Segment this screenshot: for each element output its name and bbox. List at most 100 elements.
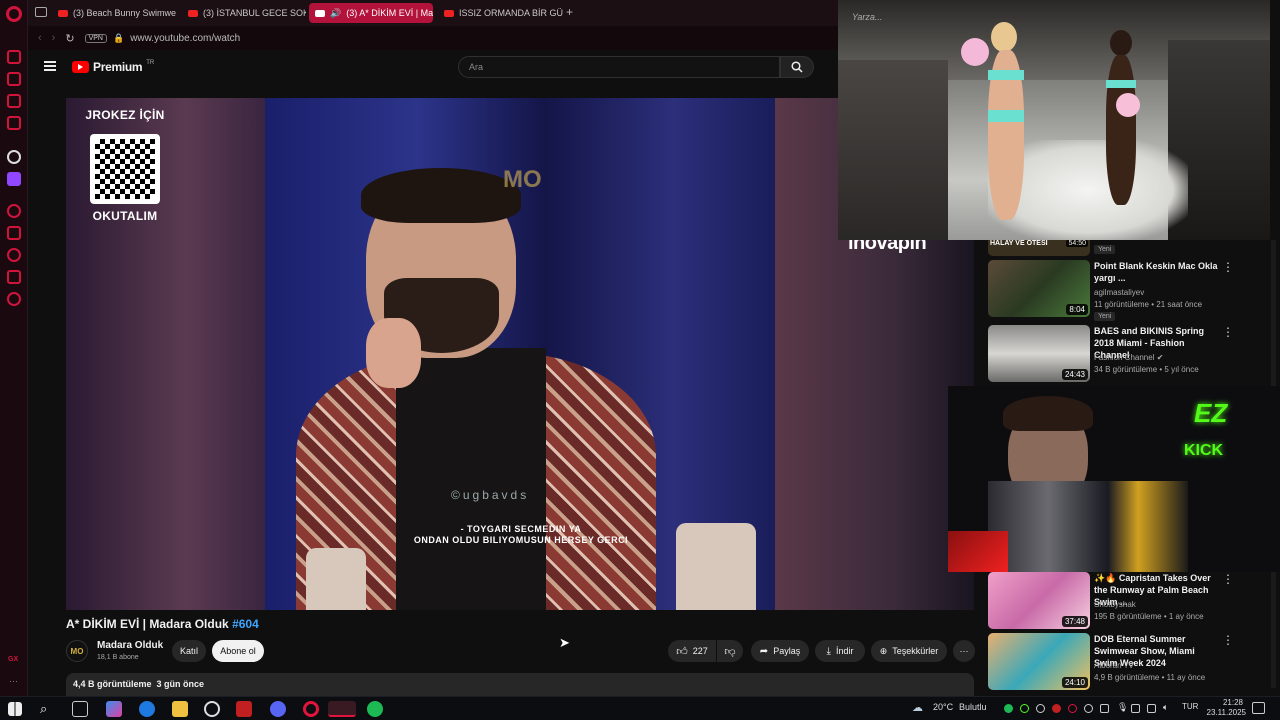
join-button[interactable]: Katıl — [172, 640, 206, 662]
more-options-icon[interactable]: ⋮ — [1222, 633, 1234, 647]
sidebar-extensions-icon[interactable] — [7, 270, 21, 284]
sidebar-vk-icon[interactable] — [7, 116, 21, 130]
more-icon[interactable]: ··· — [9, 676, 18, 686]
language-indicator[interactable]: TUR — [1182, 702, 1198, 711]
sidebar-bag-icon[interactable] — [7, 72, 21, 86]
weather-temp[interactable]: 20°C — [933, 702, 953, 712]
pip-stream[interactable]: EZ KICK — [948, 386, 1280, 572]
like-button[interactable]: 👍︎ 227 — [668, 640, 716, 662]
opera-icon[interactable] — [303, 701, 319, 717]
hashtag-link[interactable]: #604 — [232, 617, 259, 631]
tab-dikim-evi[interactable]: 🔊 (3) A* DİKİM EVİ | Ma — [309, 3, 433, 23]
clock-time[interactable]: 21:28 — [1205, 698, 1243, 707]
video-thumbnail[interactable]: 37:48 — [988, 572, 1090, 629]
search-button[interactable] — [780, 56, 814, 78]
sidebar-messenger-icon[interactable] — [7, 50, 21, 64]
tray-discord-icon[interactable] — [1036, 704, 1045, 713]
vpn-badge[interactable]: VPN — [84, 33, 107, 43]
chair — [676, 523, 756, 610]
description-box[interactable]: 4,4 B görüntüleme 3 gün önce — [66, 673, 974, 696]
search-icon[interactable]: ⌕ — [40, 701, 56, 717]
weather-text[interactable]: Bulutlu — [959, 702, 987, 712]
pip-video-runway[interactable]: Yarza... — [838, 0, 1270, 240]
rec-meta: 34 B görüntüleme • 5 yıl önce — [1094, 365, 1199, 374]
radio-app-icon[interactable] — [236, 701, 252, 717]
more-actions-button[interactable]: ··· — [953, 640, 975, 662]
start-icon[interactable] — [8, 702, 22, 716]
recommendation-item[interactable]: 37:48 ✨🔥 Capristan Takes Over the Runway… — [988, 572, 1238, 632]
duration-badge: 37:48 — [1061, 616, 1088, 627]
volume-icon[interactable]: 🔈︎ — [1163, 702, 1168, 713]
dislike-button[interactable]: 👎︎ — [717, 640, 743, 662]
channel-name[interactable]: Madara Olduk — [97, 640, 163, 651]
clock-date[interactable]: 23.11.2025 — [1202, 708, 1246, 717]
video-thumbnail[interactable]: 24:10 — [988, 633, 1090, 690]
tab-beach-bunny[interactable]: (3) Beach Bunny Swimwe — [52, 3, 176, 23]
forward-icon[interactable]: › — [52, 32, 56, 44]
tab-issiz-orman[interactable]: ISSIZ ORMANDA BİR GÜN — [438, 3, 563, 23]
download-button[interactable]: ⤓ İndir — [815, 640, 865, 662]
new-tab-button[interactable]: + — [566, 5, 573, 19]
search-input[interactable]: Ara — [458, 56, 780, 78]
recommendation-item[interactable]: 8:04 Point Blank Keskin Mac Okla yargı .… — [988, 260, 1238, 321]
sidebar-bookmark-icon[interactable] — [7, 226, 21, 240]
speaker-icon[interactable]: 🔊 — [330, 8, 341, 19]
video-thumbnail[interactable]: 24:43 — [988, 325, 1090, 382]
sidebar-player-icon[interactable] — [7, 204, 21, 218]
tray-opera-icon[interactable] — [1068, 704, 1077, 713]
sidebar-twitch-icon[interactable] — [7, 172, 21, 186]
rec-channel[interactable]: Alborán TV — [1094, 661, 1134, 670]
sidebar-history-icon[interactable] — [7, 248, 21, 262]
task-view-icon[interactable] — [72, 701, 88, 717]
more-options-icon[interactable]: ⋮ — [1222, 260, 1234, 274]
edge-icon[interactable] — [139, 701, 155, 717]
url-field[interactable]: www.youtube.com/watch — [130, 33, 240, 44]
youtube-logo-icon — [72, 61, 89, 73]
rec-channel[interactable]: agilmastaliyev — [1094, 288, 1144, 297]
tray-app-icon[interactable] — [1052, 704, 1061, 713]
rec-channel[interactable]: Fashion Channel ✔ — [1094, 353, 1163, 362]
tab-menu-icon[interactable] — [35, 7, 47, 17]
more-options-icon[interactable]: ⋮ — [1222, 325, 1234, 339]
recommendation-item[interactable]: 24:43 BAES and BIKINIS Spring 2018 Miami… — [988, 325, 1238, 385]
sidebar-aria-icon[interactable] — [7, 150, 21, 164]
video-thumbnail[interactable]: 8:04 — [988, 260, 1090, 317]
sidebar-settings-icon[interactable] — [7, 292, 21, 306]
video-subtitle: - TOYGARI SECMEDIN YA ONDAN OLDU BILIYOM… — [366, 524, 676, 546]
notification-icon[interactable] — [1252, 702, 1265, 714]
subscribe-button[interactable]: Abone ol — [212, 640, 264, 662]
tab-istanbul[interactable]: (3) İSTANBUL GECE SOK — [182, 3, 306, 23]
file-explorer-icon[interactable] — [172, 701, 188, 717]
rec-title[interactable]: Point Blank Keskin Mac Okla yargı ... — [1094, 260, 1219, 284]
copilot-icon[interactable] — [106, 701, 122, 717]
sidebar-instagram-icon[interactable] — [7, 94, 21, 108]
channel-avatar[interactable]: MO — [66, 640, 88, 662]
back-icon[interactable]: ‹ — [38, 32, 42, 44]
reload-icon[interactable]: ↻ — [65, 32, 74, 45]
hamburger-menu-icon[interactable] — [44, 61, 56, 71]
opera-gx-active-icon[interactable] — [328, 701, 356, 717]
tray-app-icon[interactable] — [1084, 704, 1093, 713]
network-icon[interactable] — [1147, 704, 1156, 713]
qr-bottom-text: OKUTALIM — [92, 209, 158, 223]
youtube-icon — [444, 9, 454, 17]
tray-app-icon[interactable] — [1131, 704, 1140, 713]
more-options-icon[interactable]: ⋮ — [1222, 572, 1234, 586]
tray-spotify-icon[interactable] — [1004, 704, 1013, 713]
share-button[interactable]: ➦ Paylaş — [751, 640, 809, 662]
microphone-icon[interactable]: 🎙︎ — [1117, 702, 1128, 713]
share-icon: ➦ — [759, 645, 769, 657]
opera-logo-icon[interactable] — [6, 6, 22, 22]
runway-watermark: Yarza... — [852, 12, 883, 22]
spotify-icon[interactable] — [367, 701, 383, 717]
recommendation-item[interactable]: 24:10 DOB Eternal Summer Swimwear Show, … — [988, 633, 1238, 693]
youtube-premium-logo[interactable]: Premium TR — [72, 60, 154, 74]
rec-channel[interactable]: Shotbyshak — [1094, 600, 1136, 609]
thumbs-down-icon: 👎︎ — [724, 645, 736, 658]
thanks-button[interactable]: ⊕ Teşekkürler — [871, 640, 947, 662]
partial-rec-thumbnail[interactable]: HALAY VE ÖTESİ 54:50 — [988, 238, 1090, 256]
tray-app-icon[interactable] — [1020, 704, 1029, 713]
tray-app-icon[interactable] — [1100, 704, 1109, 713]
obs-icon[interactable] — [204, 701, 220, 717]
discord-icon[interactable] — [270, 701, 286, 717]
